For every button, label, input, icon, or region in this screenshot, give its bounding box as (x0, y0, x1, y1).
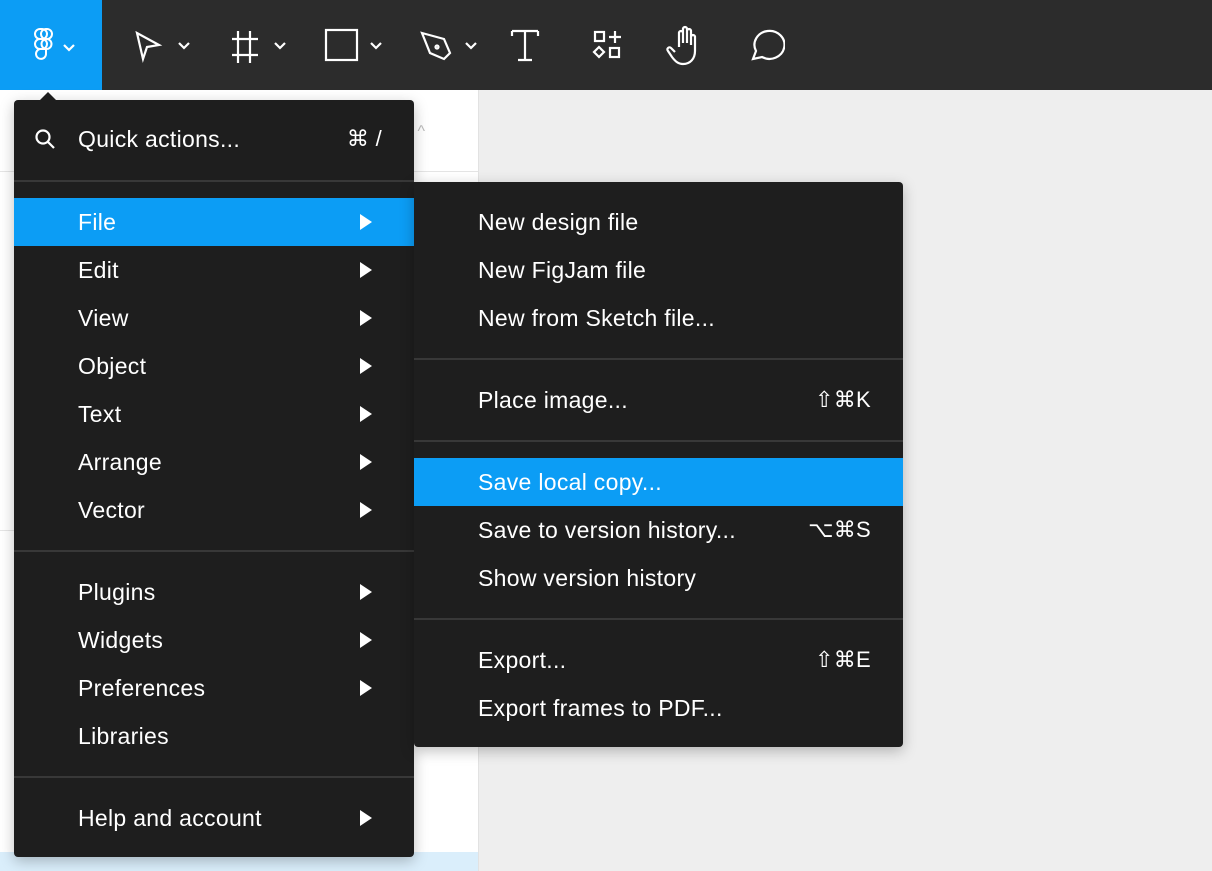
figma-menu-button[interactable] (0, 0, 102, 90)
hand-icon (666, 25, 697, 66)
submenu-arrow-icon (360, 584, 372, 600)
submenu-item-new-figjam-file[interactable]: New FigJam file (414, 246, 903, 294)
submenu-item-place-image[interactable]: Place image... ⇧⌘K (414, 376, 903, 424)
submenu-item-new-design-file[interactable]: New design file (414, 198, 903, 246)
resources-tool[interactable] (582, 0, 632, 90)
submenu-item-show-version-history[interactable]: Show version history (414, 554, 903, 602)
file-submenu: New design file New FigJam file New from… (414, 182, 903, 747)
frame-hash-icon (232, 31, 286, 63)
quick-actions-item[interactable]: Quick actions... ⌘ / (14, 115, 414, 163)
menu-item-help-and-account[interactable]: Help and account (14, 794, 414, 842)
comment-bubble-icon (751, 29, 785, 61)
shortcut: ⇧⌘K (814, 387, 871, 412)
shortcut: ⇧⌘E (814, 647, 871, 672)
cursor-arrow-icon (135, 30, 190, 64)
menu-divider (14, 180, 414, 182)
menu-item-object[interactable]: Object (14, 342, 414, 390)
submenu-arrow-icon (360, 810, 372, 826)
submenu-arrow-icon (360, 680, 372, 696)
menu-divider (414, 358, 903, 360)
figma-logo-icon (34, 28, 75, 60)
comment-tool[interactable] (740, 0, 790, 90)
menu-divider (414, 440, 903, 442)
search-icon (35, 129, 55, 149)
submenu-arrow-icon (360, 358, 372, 374)
move-tool[interactable] (120, 0, 200, 90)
submenu-item-export-frames-to-pdf[interactable]: Export frames to PDF... (414, 684, 903, 732)
submenu-arrow-icon (360, 632, 372, 648)
menu-item-plugins[interactable]: Plugins (14, 568, 414, 616)
toolbar (0, 0, 1212, 90)
frame-tool[interactable] (215, 0, 295, 90)
menu-caret (40, 92, 56, 100)
menu-item-text[interactable]: Text (14, 390, 414, 438)
submenu-arrow-icon (360, 406, 372, 422)
submenu-arrow-icon (360, 310, 372, 326)
rectangle-tool[interactable] (310, 0, 390, 90)
resources-shapes-icon (592, 30, 621, 59)
menu-item-arrange[interactable]: Arrange (14, 438, 414, 486)
submenu-arrow-icon (360, 214, 372, 230)
submenu-item-export[interactable]: Export... ⇧⌘E (414, 636, 903, 684)
submenu-item-save-to-version-history[interactable]: Save to version history... ⌥⌘S (414, 506, 903, 554)
rectangle-icon (324, 28, 382, 62)
submenu-arrow-icon (360, 502, 372, 518)
hand-tool[interactable] (660, 0, 710, 90)
pen-nib-icon (420, 31, 477, 61)
menu-item-preferences[interactable]: Preferences (14, 664, 414, 712)
submenu-item-save-local-copy[interactable]: Save local copy... (414, 458, 903, 506)
menu-item-libraries[interactable]: Libraries (14, 712, 414, 760)
menu-divider (414, 618, 903, 620)
menu-item-file[interactable]: File (14, 198, 414, 246)
menu-item-edit[interactable]: Edit (14, 246, 414, 294)
menu-item-view[interactable]: View (14, 294, 414, 342)
menu-divider (14, 550, 414, 552)
text-t-icon (510, 29, 540, 62)
menu-item-vector[interactable]: Vector (14, 486, 414, 534)
submenu-arrow-icon (360, 454, 372, 470)
submenu-arrow-icon (360, 262, 372, 278)
text-tool[interactable] (500, 0, 550, 90)
submenu-item-new-from-sketch[interactable]: New from Sketch file... (414, 294, 903, 342)
pen-tool[interactable] (405, 0, 485, 90)
main-menu: Quick actions... ⌘ / File Edit View Obje… (14, 100, 414, 857)
shortcut: ⌥⌘S (808, 517, 871, 542)
menu-item-widgets[interactable]: Widgets (14, 616, 414, 664)
shortcut: ⌘ / (346, 126, 382, 151)
menu-divider (14, 776, 414, 778)
